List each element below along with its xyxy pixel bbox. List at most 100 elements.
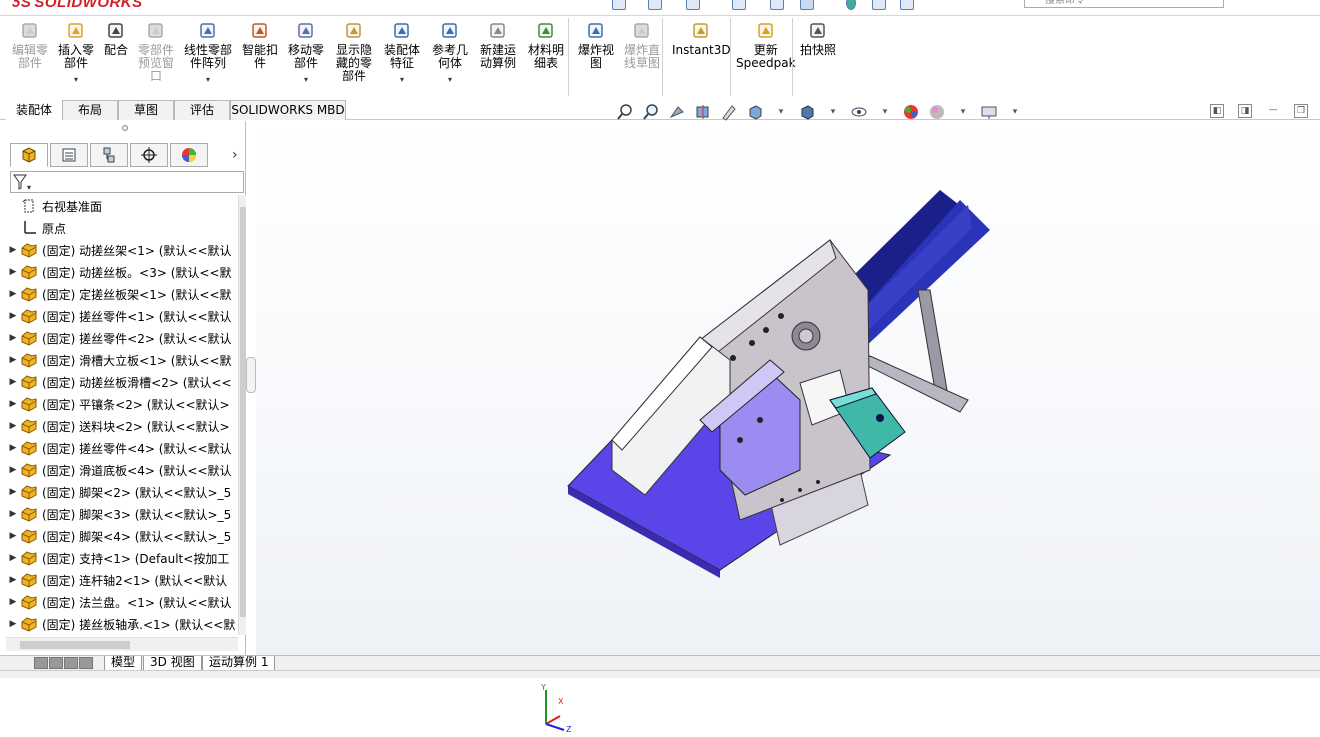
tab-3d-view[interactable]: 3D 视图: [143, 656, 202, 671]
dropdown-arrow-icon[interactable]: ▾: [448, 73, 452, 86]
expand-arrow-icon[interactable]: ▶: [6, 333, 20, 343]
tree-item[interactable]: ▶ (固定) 动搓丝架<1> (默认<<默认: [6, 239, 238, 261]
tree-item[interactable]: ▶ (固定) 脚架<3> (默认<<默认>_5: [6, 503, 238, 525]
restore-icon[interactable]: ❐: [1294, 104, 1308, 118]
toolbar-edit-component-button[interactable]: 编辑零 部件: [12, 20, 48, 70]
new-icon[interactable]: [612, 0, 626, 10]
tab-nav-arrows[interactable]: [34, 657, 93, 669]
zoom-to-fit-icon[interactable]: [615, 103, 635, 121]
expand-arrow-icon[interactable]: ▶: [6, 377, 20, 387]
tree-item[interactable]: ▶ (固定) 搓丝零件<1> (默认<<默认: [6, 305, 238, 327]
toolbar-instant3d-button[interactable]: Instant3D: [672, 20, 731, 57]
minimize-icon[interactable]: —: [1266, 104, 1280, 118]
property-manager-tab[interactable]: [50, 143, 88, 167]
tree-horizontal-scrollbar[interactable]: [6, 637, 238, 651]
dropdown-arrow-icon[interactable]: ▾: [74, 73, 78, 86]
tree-item[interactable]: ▶ (固定) 法兰盘。<1> (默认<<默认: [6, 591, 238, 613]
expand-arrow-icon[interactable]: ▶: [6, 619, 20, 629]
toolbar-new-motion-study-button[interactable]: 新建运 动算例: [480, 20, 516, 70]
tree-item[interactable]: 原点: [6, 217, 238, 239]
open-icon[interactable]: [648, 0, 662, 10]
view-settings-icon[interactable]: [979, 103, 999, 121]
tab-model[interactable]: 模型: [104, 656, 143, 671]
hide-show-items-icon[interactable]: [849, 103, 869, 121]
select-icon[interactable]: [800, 0, 814, 10]
tree-item[interactable]: ▶ (固定) 搓丝零件<4> (默认<<默认: [6, 437, 238, 459]
tree-item[interactable]: ▶ (固定) 支持<1> (Default<按加工: [6, 547, 238, 569]
tree-item[interactable]: ▶ (固定) 定搓丝板架<1> (默认<<默: [6, 283, 238, 305]
expand-arrow-icon[interactable]: ▶: [6, 443, 20, 453]
pane-right-icon[interactable]: ◨: [1238, 104, 1252, 118]
expand-arrow-icon[interactable]: ▶: [6, 553, 20, 563]
toolbar-speedpak-button[interactable]: 更新 Speedpak: [736, 20, 796, 70]
toolbar-explode-line-sketch-button[interactable]: 爆炸直 线草图: [624, 20, 660, 70]
tree-item[interactable]: ▶ (固定) 搓丝板轴承.<1> (默认<<默: [6, 613, 238, 635]
tree-vertical-scrollbar[interactable]: [238, 195, 246, 635]
rebuild-icon[interactable]: [846, 0, 856, 10]
pane-left-icon[interactable]: ◧: [1210, 104, 1224, 118]
tab-4[interactable]: SOLIDWORKS MBD: [230, 100, 346, 120]
tree-item[interactable]: ▶ (固定) 平镶条<2> (默认<<默认>: [6, 393, 238, 415]
tree-item[interactable]: ▶ (固定) 脚架<4> (默认<<默认>_5: [6, 525, 238, 547]
toolbar-assembly-features-button[interactable]: 装配体 特征 ▾: [384, 20, 420, 86]
toolbar-mate-button[interactable]: 配合: [104, 20, 128, 57]
toolbar-smart-fasteners-button[interactable]: 智能扣件: [242, 20, 278, 70]
search-input[interactable]: 搜索命令: [1024, 0, 1224, 8]
expand-arrow-icon[interactable]: ▶: [6, 421, 20, 431]
expand-arrow-icon[interactable]: ▶: [6, 487, 20, 497]
toolbar-move-component-button[interactable]: 移动零 部件 ▾: [288, 20, 324, 86]
toolbar-exploded-view-button[interactable]: 爆炸视图: [578, 20, 614, 70]
tree-item[interactable]: ▶ (固定) 滑道底板<4> (默认<<默认: [6, 459, 238, 481]
toolbar-linear-pattern-button[interactable]: 线性零部 件阵列 ▾: [184, 20, 232, 86]
dropdown-arrow-icon[interactable]: ▾: [206, 73, 210, 86]
toolbar-bom-button[interactable]: 材料明 细表: [528, 20, 564, 70]
print-icon[interactable]: [732, 0, 746, 10]
dropdown-arrow-icon[interactable]: ▾: [771, 103, 791, 121]
expand-arrow-icon[interactable]: ▶: [6, 597, 20, 607]
save-icon[interactable]: [686, 0, 700, 10]
tree-item[interactable]: ▶ (固定) 滑槽大立板<1> (默认<<默: [6, 349, 238, 371]
chevron-right-icon[interactable]: ›: [232, 147, 238, 163]
panel-grip[interactable]: [122, 125, 128, 131]
expand-arrow-icon[interactable]: ▶: [6, 575, 20, 585]
dropdown-arrow-icon[interactable]: ▾: [823, 103, 843, 121]
assembly-model[interactable]: [256, 121, 1320, 655]
expand-arrow-icon[interactable]: ▶: [6, 311, 20, 321]
configuration-manager-tab[interactable]: [90, 143, 128, 167]
toolbar-component-preview-button[interactable]: 零部件 预览窗口: [138, 20, 174, 83]
dropdown-arrow-icon[interactable]: ▾: [1005, 103, 1025, 121]
tab-3[interactable]: 评估: [174, 100, 230, 120]
panel-splitter[interactable]: [246, 357, 256, 393]
expand-arrow-icon[interactable]: ▶: [6, 267, 20, 277]
tab-2[interactable]: 草图: [118, 100, 174, 120]
tree-item[interactable]: ▶ (固定) 脚架<2> (默认<<默认>_5: [6, 481, 238, 503]
tree-item[interactable]: 右视基准面: [6, 195, 238, 217]
tree-item[interactable]: ▶ (固定) 动搓丝板滑槽<2> (默认<<: [6, 371, 238, 393]
graphics-area[interactable]: Y X Z: [256, 121, 1320, 734]
tab-1[interactable]: 布局: [62, 100, 118, 120]
tree-item[interactable]: ▶ (固定) 动搓丝板。<3> (默认<<默: [6, 261, 238, 283]
previous-view-icon[interactable]: [667, 103, 687, 121]
dimxpert-manager-tab[interactable]: [130, 143, 168, 167]
options-gear-icon[interactable]: [900, 0, 914, 10]
tree-item[interactable]: ▶ (固定) 送料块<2> (默认<<默认>: [6, 415, 238, 437]
expand-arrow-icon[interactable]: ▶: [6, 355, 20, 365]
expand-arrow-icon[interactable]: ▶: [6, 531, 20, 541]
edit-appearance-icon[interactable]: [901, 103, 921, 121]
dropdown-arrow-icon[interactable]: ▾: [400, 73, 404, 86]
dynamic-annotation-icon[interactable]: [719, 103, 739, 121]
toolbar-reference-geometry-button[interactable]: 参考几 何体 ▾: [432, 20, 468, 86]
tree-item[interactable]: ▶ (固定) 连杆轴2<1> (默认<<默认: [6, 569, 238, 591]
display-style-icon[interactable]: [797, 103, 817, 121]
tab-0[interactable]: 装配体: [6, 100, 62, 120]
expand-arrow-icon[interactable]: ▶: [6, 465, 20, 475]
expand-arrow-icon[interactable]: ▶: [6, 289, 20, 299]
dropdown-arrow-icon[interactable]: ▾: [953, 103, 973, 121]
expand-arrow-icon[interactable]: ▶: [6, 509, 20, 519]
section-view-icon[interactable]: [693, 103, 713, 121]
tree-filter[interactable]: ▾: [10, 171, 244, 193]
zoom-to-area-icon[interactable]: [641, 103, 661, 121]
toolbar-snapshot-button[interactable]: 拍快照: [800, 20, 836, 57]
tree-item[interactable]: ▶ (固定) 搓丝零件<2> (默认<<默认: [6, 327, 238, 349]
tab-motion-study[interactable]: 运动算例 1: [202, 656, 276, 671]
